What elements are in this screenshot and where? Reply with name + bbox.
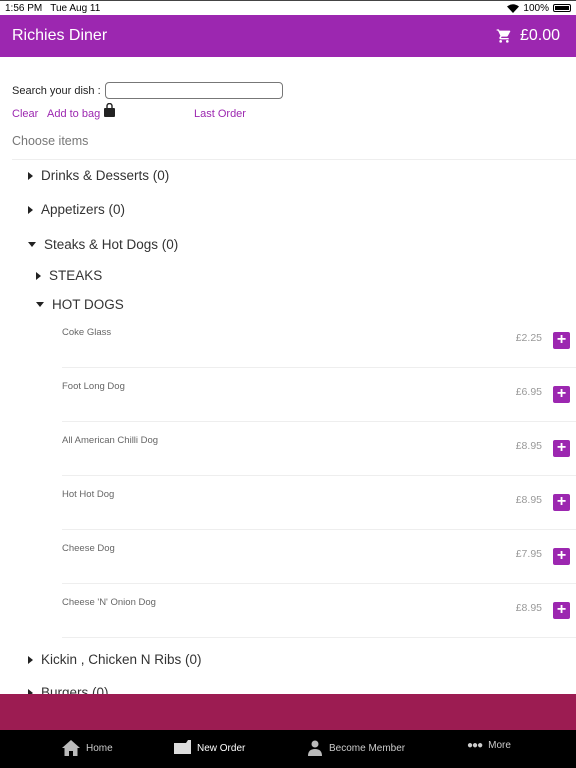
add-item-button[interactable]: + xyxy=(553,548,570,565)
tab-home[interactable]: Home xyxy=(62,740,113,756)
tab-more[interactable]: ●●● More xyxy=(467,740,511,751)
menu-item: All American Chilli Dog £8.95 + xyxy=(62,422,576,476)
tab-label: New Order xyxy=(197,742,246,754)
item-price: £6.95 xyxy=(515,386,542,398)
menu-item: Coke Glass £2.25 + xyxy=(62,314,576,368)
tab-become-member[interactable]: Become Member xyxy=(308,740,405,756)
category-row[interactable]: Drinks & Desserts (0) xyxy=(28,168,169,183)
last-order-link[interactable]: Last Order xyxy=(194,108,246,120)
category-label: Kickin , Chicken N Ribs (0) xyxy=(41,652,202,667)
category-row[interactable]: Steaks & Hot Dogs (0) xyxy=(28,237,178,252)
caret-down-icon xyxy=(36,302,44,307)
add-item-button[interactable]: + xyxy=(553,494,570,511)
app-title: Richies Diner xyxy=(12,27,108,44)
caret-right-icon xyxy=(28,655,33,664)
item-name: Cheese 'N' Onion Dog xyxy=(62,597,156,608)
status-time: 1:56 PM xyxy=(5,2,43,14)
choose-items-label: Choose items xyxy=(12,134,89,148)
status-bar: 1:56 PM Tue Aug 11 100% xyxy=(0,0,576,15)
menu-item: Cheese 'N' Onion Dog £8.95 + xyxy=(62,584,576,638)
item-price: £7.95 xyxy=(515,548,542,560)
add-item-button[interactable]: + xyxy=(553,440,570,457)
footer-bar xyxy=(0,694,576,730)
member-icon xyxy=(308,740,322,756)
item-name: Coke Glass xyxy=(62,327,112,338)
menu-item: Cheese Dog £7.95 + xyxy=(62,530,576,584)
subcategory-row[interactable]: HOT DOGS xyxy=(36,297,124,312)
item-price: £8.95 xyxy=(515,602,542,614)
new-order-icon xyxy=(174,740,191,754)
caret-right-icon xyxy=(28,205,33,214)
item-price: £2.25 xyxy=(515,332,542,344)
wifi-icon xyxy=(507,3,520,13)
status-date: Tue Aug 11 xyxy=(50,2,101,14)
add-item-button[interactable]: + xyxy=(553,332,570,349)
subcategory-row[interactable]: STEAKS xyxy=(36,268,102,283)
category-label: Drinks & Desserts (0) xyxy=(41,168,170,183)
battery-percent: 100% xyxy=(523,2,549,14)
item-name: Cheese Dog xyxy=(62,543,115,554)
add-item-button[interactable]: + xyxy=(553,386,570,403)
search-label: Search your dish : xyxy=(12,84,101,97)
search-input[interactable] xyxy=(104,82,283,99)
search-row: Search your dish : xyxy=(12,82,283,99)
tab-label: Home xyxy=(86,742,113,754)
tab-label: Become Member xyxy=(329,742,406,754)
app-header: Richies Diner £0.00 xyxy=(0,15,576,57)
more-icon: ●●● xyxy=(467,740,483,751)
caret-down-icon xyxy=(28,242,36,247)
category-row[interactable]: Burgers (0) xyxy=(28,685,109,694)
clear-link[interactable]: Clear xyxy=(12,108,38,120)
category-row[interactable]: Kickin , Chicken N Ribs (0) xyxy=(28,652,202,667)
category-label: STEAKS xyxy=(49,268,103,283)
menu-item: Foot Long Dog £6.95 + xyxy=(62,368,576,422)
battery-icon xyxy=(553,4,571,12)
category-label: Appetizers (0) xyxy=(41,202,126,217)
category-label: Burgers (0) xyxy=(41,685,109,694)
bag-icon[interactable] xyxy=(104,103,115,117)
caret-right-icon xyxy=(28,171,33,180)
caret-right-icon xyxy=(36,271,41,280)
category-label: Steaks & Hot Dogs (0) xyxy=(44,237,179,252)
cart-icon xyxy=(496,29,511,43)
item-name: All American Chilli Dog xyxy=(62,435,159,446)
menu-item: Hot Hot Dog £8.95 + xyxy=(62,476,576,530)
menu-list: Drinks & Desserts (0) Appetizers (0) Steak… xyxy=(0,160,576,694)
category-row[interactable]: Appetizers (0) xyxy=(28,202,125,217)
action-links: Clear Add to bag Last Order xyxy=(12,103,312,124)
item-name: Foot Long Dog xyxy=(62,381,125,392)
add-item-button[interactable]: + xyxy=(553,602,570,619)
add-to-bag-link[interactable]: Add to bag xyxy=(47,108,100,120)
cart-total: £0.00 xyxy=(519,27,560,44)
tab-bar: Home New Order Become Member ●●● More xyxy=(0,730,576,768)
item-price: £8.95 xyxy=(515,440,542,452)
home-icon xyxy=(62,740,80,756)
cart-button[interactable]: £0.00 xyxy=(496,27,560,45)
item-price: £8.95 xyxy=(515,494,542,506)
item-name: Hot Hot Dog xyxy=(62,489,115,500)
category-label: HOT DOGS xyxy=(52,297,124,312)
tab-label: More xyxy=(488,740,511,751)
tab-new-order[interactable]: New Order xyxy=(174,740,245,756)
